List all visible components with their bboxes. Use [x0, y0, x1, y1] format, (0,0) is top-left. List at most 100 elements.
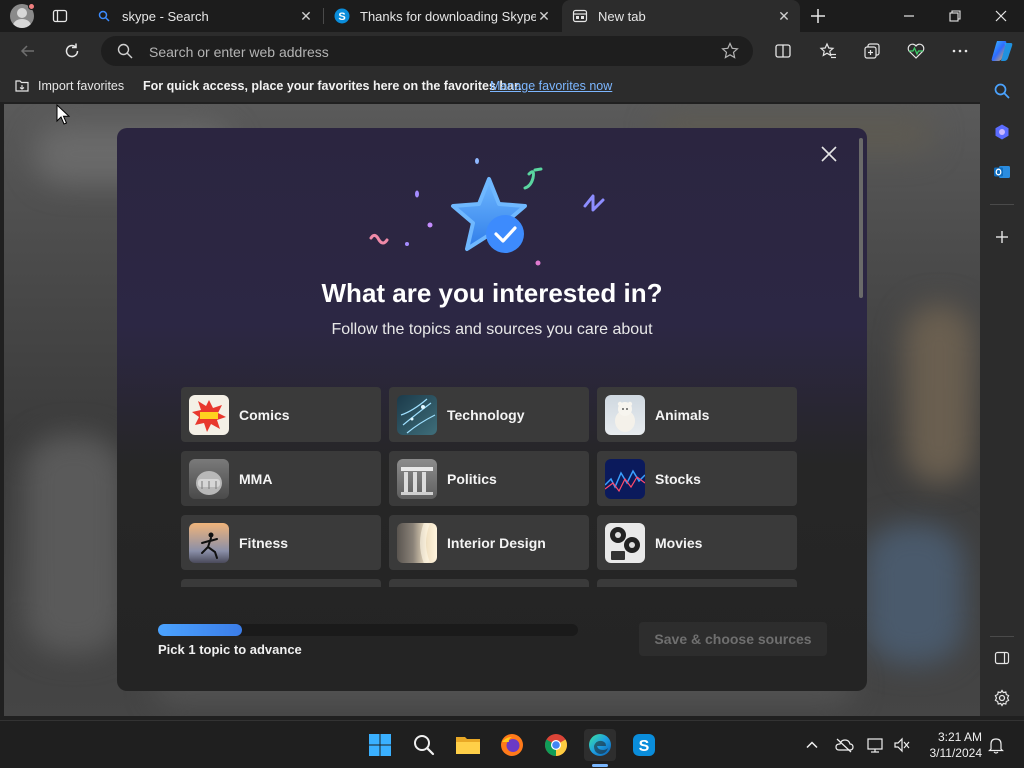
more-options-icon[interactable] — [950, 41, 970, 61]
close-tab-icon[interactable]: ✕ — [298, 8, 314, 24]
tab-skype-search[interactable]: skype - Search ✕ — [86, 0, 322, 32]
topic-card-mma[interactable]: MMA — [181, 451, 381, 506]
topic-card-more[interactable] — [181, 579, 381, 587]
sidebar-search-icon[interactable] — [992, 81, 1012, 101]
windows-start-icon[interactable] — [364, 729, 396, 761]
save-choose-sources-button[interactable]: Save & choose sources — [639, 622, 827, 656]
topic-label: Movies — [655, 534, 703, 551]
notification-bell-icon[interactable] — [986, 735, 1006, 755]
search-icon — [117, 43, 133, 64]
topic-card-stocks[interactable]: Stocks — [597, 451, 797, 506]
interests-dialog: What are you interested in? Follow the t… — [117, 128, 867, 691]
dialog-subtitle: Follow the topics and sources you care a… — [331, 321, 653, 338]
network-icon[interactable] — [866, 735, 886, 755]
topic-card-animals[interactable]: Animals — [597, 387, 797, 442]
import-favorites-label: Import favorites — [38, 79, 125, 93]
tab-label: New tab — [598, 8, 646, 24]
edge-sidebar — [980, 70, 1024, 716]
file-explorer-icon[interactable] — [452, 729, 484, 761]
topic-label: Stocks — [655, 470, 701, 487]
sidebar-settings-icon[interactable] — [992, 688, 1012, 708]
topic-label: Interior Design — [447, 534, 546, 551]
interior-design-thumbnail — [397, 522, 437, 563]
address-toolbar: Search or enter web address — [0, 32, 1024, 70]
sidebar-outlook-icon[interactable] — [992, 162, 1012, 182]
sidebar-add-icon[interactable] — [992, 227, 1012, 247]
favorite-star-icon[interactable] — [721, 42, 739, 65]
topic-card-politics[interactable]: Politics — [389, 451, 589, 506]
topic-card-technology[interactable]: Technology — [389, 387, 589, 442]
refresh-icon[interactable] — [62, 41, 82, 61]
import-favorites-button[interactable]: Import favorites — [14, 78, 124, 94]
system-clock[interactable]: 3:21 AM 3/11/2024 — [912, 729, 983, 761]
topic-card-interior-design[interactable]: Interior Design — [389, 515, 589, 570]
topic-card-comics[interactable]: Comics — [181, 387, 381, 442]
skype-icon[interactable]: S — [628, 729, 660, 761]
browser-essentials-icon[interactable] — [906, 41, 926, 61]
topic-progress-fill — [158, 624, 242, 636]
technology-thumbnail — [397, 394, 437, 435]
svg-text:S: S — [639, 738, 650, 755]
windows-taskbar: S 3:21 AM 3/11/2024 — [0, 720, 1024, 768]
stocks-thumbnail — [605, 458, 645, 499]
new-tab-button[interactable] — [808, 6, 828, 26]
tab-label: Thanks for downloading Skype — [360, 8, 536, 24]
hide-sidebar-icon[interactable] — [992, 648, 1012, 668]
copilot-icon[interactable] — [989, 39, 1015, 63]
address-bar[interactable]: Search or enter web address — [101, 36, 753, 66]
tab-label: skype - Search — [122, 8, 209, 24]
minimize-button[interactable] — [886, 0, 932, 32]
show-hidden-icons-chevron-up-icon[interactable] — [802, 735, 822, 755]
active-app-indicator — [592, 764, 608, 767]
restore-button[interactable] — [932, 0, 978, 32]
topic-label: Comics — [239, 406, 290, 423]
close-tab-icon[interactable]: ✕ — [776, 8, 792, 24]
star-check-illustration — [357, 152, 617, 282]
firefox-icon[interactable] — [496, 729, 528, 761]
chrome-icon[interactable] — [540, 729, 572, 761]
mouse-cursor-icon — [56, 103, 71, 126]
import-icon — [14, 78, 30, 94]
favorites-bar-message: For quick access, place your favorites h… — [143, 79, 522, 93]
back-icon[interactable] — [18, 41, 38, 61]
edge-icon[interactable] — [584, 729, 616, 761]
tab-actions-icon[interactable] — [52, 8, 68, 24]
close-dialog-button[interactable] — [817, 142, 841, 166]
close-window-button[interactable] — [978, 0, 1024, 32]
svg-text:S: S — [338, 11, 345, 23]
tab-new-tab[interactable]: New tab ✕ — [562, 0, 800, 32]
skype-icon: S — [334, 8, 350, 24]
topic-label: Politics — [447, 470, 497, 487]
topic-card-fitness[interactable]: Fitness — [181, 515, 381, 570]
profile-notification-dot — [28, 3, 35, 10]
favorites-icon[interactable] — [818, 41, 838, 61]
tab-thanks-skype[interactable]: S Thanks for downloading Skype ✕ — [324, 0, 560, 32]
dialog-title: What are you interested in? — [321, 278, 663, 308]
sidebar-copilot-icon[interactable] — [992, 122, 1012, 142]
topic-card-more[interactable] — [597, 579, 797, 587]
search-icon — [96, 8, 112, 24]
search-icon[interactable] — [408, 729, 440, 761]
fitness-thumbnail — [189, 522, 229, 563]
movies-thumbnail — [605, 522, 645, 563]
progress-label: Pick 1 topic to advance — [158, 642, 302, 657]
clock-time: 3:21 AM — [937, 730, 982, 744]
new-tab-icon — [572, 8, 588, 24]
topic-label: Technology — [447, 406, 525, 423]
clock-date: 3/11/2024 — [929, 746, 983, 760]
address-placeholder: Search or enter web address — [149, 44, 329, 60]
collections-icon[interactable] — [862, 41, 882, 61]
dialog-scrollbar[interactable] — [859, 138, 863, 298]
animals-thumbnail — [605, 394, 645, 435]
favorites-bar: Import favorites For quick access, place… — [0, 70, 1024, 102]
manage-favorites-link[interactable]: Manage favorites now — [490, 79, 612, 93]
topic-card-more[interactable] — [389, 579, 589, 587]
split-screen-icon[interactable] — [773, 41, 793, 61]
onedrive-offline-icon[interactable] — [834, 735, 854, 755]
topic-card-movies[interactable]: Movies — [597, 515, 797, 570]
volume-muted-icon[interactable] — [892, 735, 912, 755]
sidebar-divider — [990, 204, 1014, 205]
topic-progress-bar — [158, 624, 578, 636]
topic-label: Fitness — [239, 534, 289, 551]
close-tab-icon[interactable]: ✕ — [536, 8, 552, 24]
